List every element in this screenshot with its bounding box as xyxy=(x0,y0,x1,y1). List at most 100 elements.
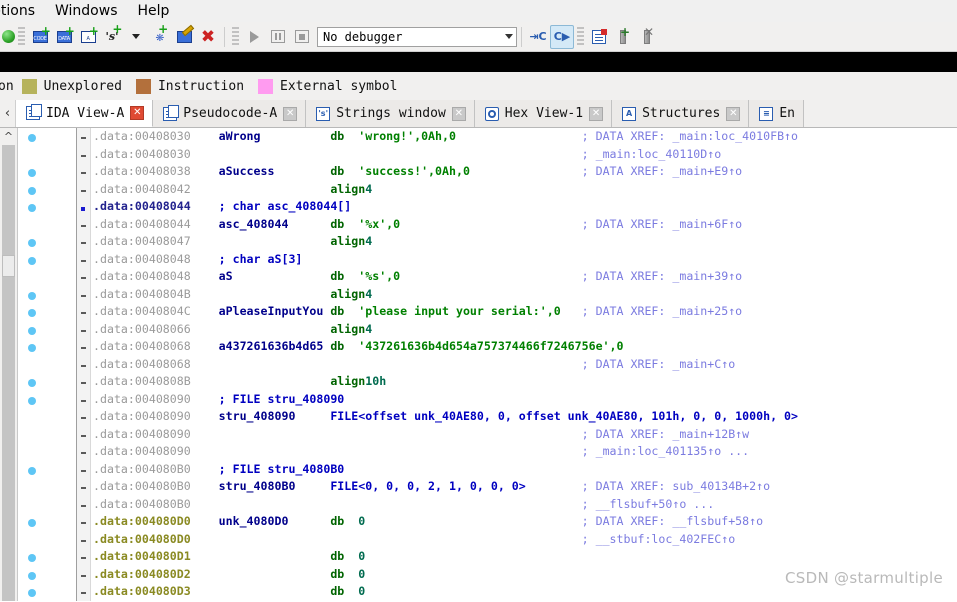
disassembly-line[interactable]: .data:0040808B align10h xyxy=(93,373,957,391)
line-label[interactable]: aSuccess xyxy=(219,164,331,178)
line-label[interactable]: stru_4080B0 xyxy=(219,479,331,493)
left-navigation-rail[interactable]: ^ xyxy=(0,128,18,601)
stop-debugger-button[interactable] xyxy=(290,25,314,49)
breakpoint-marker[interactable] xyxy=(28,186,36,195)
line-label[interactable]: aWrong xyxy=(219,129,331,143)
tab-scroll-left-button[interactable]: ‹ xyxy=(0,100,16,127)
line-label[interactable] xyxy=(219,322,331,336)
close-icon[interactable]: ✕ xyxy=(589,106,604,121)
breakpoint-marker[interactable] xyxy=(28,466,36,475)
breakpoint-marker[interactable] xyxy=(28,589,36,597)
breakpoint-marker[interactable] xyxy=(28,309,36,317)
close-icon[interactable]: ✕ xyxy=(283,106,298,121)
debugger-select[interactable]: No debugger xyxy=(317,26,517,47)
string-type-dropdown[interactable] xyxy=(124,25,148,49)
breakpoint-gutter[interactable] xyxy=(18,128,76,601)
make-ascii-button[interactable]: A + xyxy=(76,25,100,49)
scrollbar-thumb[interactable] xyxy=(2,255,15,277)
breakpoint-marker[interactable] xyxy=(28,239,36,247)
breakpoint-marker[interactable] xyxy=(28,326,36,335)
breakpoint-marker[interactable] xyxy=(28,396,36,405)
disassembly-line[interactable]: .data:00408042 align4 xyxy=(93,181,957,199)
make-data-button[interactable]: DATA + xyxy=(52,25,76,49)
line-label[interactable]: aPleaseInputYou xyxy=(219,304,331,318)
menu-item-options[interactable]: ptions xyxy=(0,1,45,22)
breakpoint-marker[interactable] xyxy=(28,554,36,562)
disassembly-line[interactable]: .data:00408090 ; DATA XREF: _main+12B↑w xyxy=(93,426,957,444)
line-label[interactable] xyxy=(219,234,331,248)
menu-item-windows[interactable]: Windows xyxy=(45,1,128,22)
close-icon[interactable]: ✕ xyxy=(726,106,741,121)
disassembly-line[interactable]: .data:00408090 ; _main:loc_401135↑o ... xyxy=(93,443,957,461)
line-label[interactable] xyxy=(219,374,331,388)
pause-debugger-button[interactable] xyxy=(266,25,290,49)
line-label[interactable] xyxy=(219,147,331,161)
step-into-c-button[interactable]: ⇥C xyxy=(526,25,550,49)
line-label[interactable]: unk_4080D0 xyxy=(219,514,331,528)
disassembly-lines[interactable]: .data:00408030 aWrong db 'wrong!',0Ah,0 … xyxy=(93,128,957,601)
line-label[interactable]: stru_408090 xyxy=(219,409,331,423)
breakpoint-marker[interactable] xyxy=(28,344,36,352)
toolbar-grip[interactable] xyxy=(18,26,25,47)
disassembly-line[interactable]: .data:00408044 asc_408044 db '%x',0 ; DA… xyxy=(93,216,957,234)
disassembly-listing[interactable]: .data:00408030 aWrong db 'wrong!',0Ah,0 … xyxy=(76,128,957,601)
add-breakpoint-button[interactable]: + xyxy=(611,25,635,49)
line-label[interactable]: a437261636b4d65 xyxy=(219,339,331,353)
disassembly-line[interactable]: .data:00408090 ; FILE stru_408090 xyxy=(93,391,957,409)
disassembly-line[interactable]: .data:00408068 ; DATA XREF: _main+C↑o xyxy=(93,356,957,374)
breakpoint-marker[interactable] xyxy=(28,379,36,387)
disassembly-line[interactable]: .data:004080D1 db 0 xyxy=(93,548,957,566)
disassembly-line[interactable]: .data:0040804C aPleaseInputYou db 'pleas… xyxy=(93,303,957,321)
disassembly-line[interactable]: .data:00408030 aWrong db 'wrong!',0Ah,0 … xyxy=(93,128,957,146)
disassembly-line[interactable]: .data:004080D0 ; __stbuf:loc_402FEC↑o xyxy=(93,531,957,549)
line-label[interactable] xyxy=(219,567,331,581)
breakpoint-marker[interactable] xyxy=(28,256,36,265)
breakpoint-marker[interactable] xyxy=(28,291,36,300)
line-label[interactable] xyxy=(219,497,331,511)
notepad-button[interactable] xyxy=(587,25,611,49)
tab-enums[interactable]: ≡ En xyxy=(749,100,804,127)
bookmark-toolbar-grip[interactable] xyxy=(577,26,584,47)
disassembly-line[interactable]: .data:00408047 align4 xyxy=(93,233,957,251)
disassembly-line[interactable]: .data:00408048 ; char aS[3] xyxy=(93,251,957,269)
make-struct-button[interactable]: ❋ + xyxy=(148,23,172,49)
breakpoint-marker[interactable] xyxy=(28,571,36,580)
close-icon[interactable]: ✕ xyxy=(130,106,145,120)
tab-ida-view-a[interactable]: IDA View-A ✕ xyxy=(16,100,154,127)
breakpoint-marker[interactable] xyxy=(28,519,36,527)
tab-structures[interactable]: A Structures ✕ xyxy=(612,100,750,127)
disassembly-line[interactable]: .data:00408066 align4 xyxy=(93,321,957,339)
disassembly-line[interactable]: .data:00408038 aSuccess db 'success!',0A… xyxy=(93,163,957,181)
disassembly-line[interactable]: .data:0040804B align4 xyxy=(93,286,957,304)
line-label[interactable] xyxy=(219,444,331,458)
disassembly-line[interactable]: .data:004080B0 stru_4080B0 FILE<0, 0, 0,… xyxy=(93,478,957,496)
disassembly-line[interactable]: .data:004080B0 ; __flsbuf+50↑o ... xyxy=(93,496,957,514)
make-code-button[interactable]: CODE + xyxy=(28,25,52,49)
disassembly-line[interactable]: .data:00408048 aS db '%s',0 ; DATA XREF:… xyxy=(93,268,957,286)
make-string-button[interactable]: 's' + xyxy=(100,23,124,49)
line-label[interactable] xyxy=(219,357,331,371)
disassembly-line[interactable]: .data:00408090 stru_408090 FILE<offset u… xyxy=(93,408,957,426)
delete-breakpoint-button[interactable]: ✕ xyxy=(635,25,659,49)
menu-item-help[interactable]: Help xyxy=(128,1,180,22)
line-label[interactable] xyxy=(219,532,331,546)
edit-function-button[interactable] xyxy=(172,25,196,49)
breakpoint-marker[interactable] xyxy=(28,204,36,212)
line-label[interactable] xyxy=(219,549,331,563)
line-label[interactable] xyxy=(219,427,331,441)
chevron-up-icon[interactable]: ^ xyxy=(4,130,13,143)
tab-hex-view-1[interactable]: Hex View-1 ✕ xyxy=(474,100,613,127)
delete-button[interactable]: ✖ xyxy=(196,25,220,49)
run-debugger-button[interactable] xyxy=(242,25,266,49)
navigator-band[interactable] xyxy=(0,52,957,72)
line-label[interactable] xyxy=(219,182,331,196)
breakpoint-marker[interactable] xyxy=(28,134,36,142)
line-label[interactable]: asc_408044 xyxy=(219,217,331,231)
disassembly-line[interactable]: .data:004080B0 ; FILE stru_4080B0 xyxy=(93,461,957,479)
line-label[interactable]: aS xyxy=(219,269,331,283)
disassembly-line[interactable]: .data:004080D4 db 0 xyxy=(93,601,957,602)
vertical-scrollbar[interactable] xyxy=(2,145,15,601)
line-label[interactable] xyxy=(219,287,331,301)
disassembly-line[interactable]: .data:00408068 a437261636b4d65 db '43726… xyxy=(93,338,957,356)
line-label[interactable] xyxy=(219,584,331,598)
